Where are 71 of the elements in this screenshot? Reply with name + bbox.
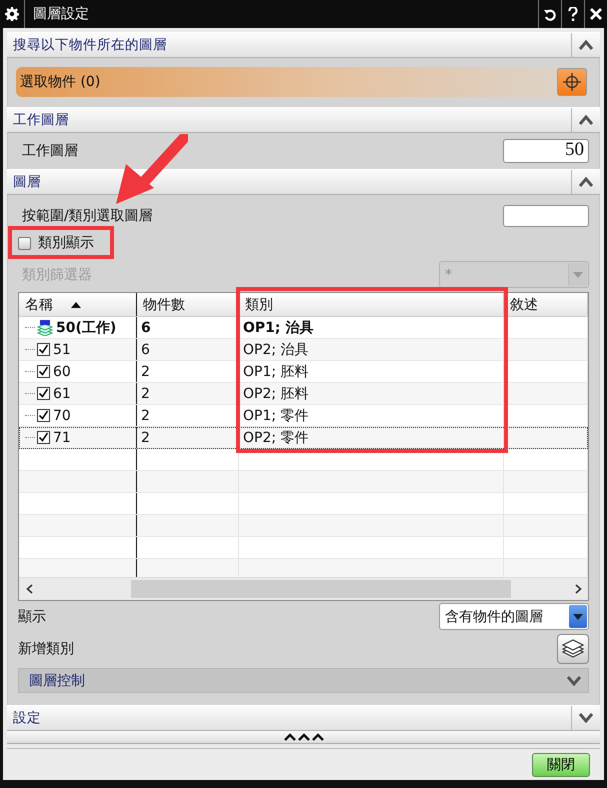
dropdown-icon [573, 272, 583, 278]
section-title: 設定 [12, 709, 42, 727]
layers-icon [562, 638, 584, 660]
layer-stack-icon [37, 320, 53, 336]
close-icon[interactable] [590, 8, 602, 20]
horizontal-scrollbar[interactable] [19, 577, 588, 600]
table-row[interactable]: 70 2 OP1; 零件 [19, 405, 588, 427]
table-cell: OP2; 治具 [243, 340, 309, 358]
work-layer-field[interactable]: 50 [503, 139, 589, 163]
checkbox-label: 類別顯示 [38, 234, 94, 252]
window-title: 圖層設定 [32, 5, 90, 23]
show-dropdown[interactable]: 含有物件的圖層 [439, 603, 589, 630]
scroll-left-icon[interactable] [26, 584, 32, 594]
table-cell: 2 [141, 364, 150, 380]
layer-checkbox[interactable] [37, 431, 50, 444]
table-row[interactable]: 51 6 OP2; 治具 [19, 339, 588, 361]
field-label: 按範圍/類別選取圖層 [22, 207, 153, 225]
field-label: 工作圖層 [22, 142, 78, 160]
table-cell: OP2; 胚料 [243, 384, 309, 402]
layer-name[interactable]: 70 [53, 408, 71, 424]
crosshair-button[interactable] [557, 68, 587, 96]
close-button[interactable]: 關閉 [532, 752, 590, 776]
table-row[interactable]: 50(工作) 6 OP1; 治具 [19, 317, 588, 339]
section-title: 搜尋以下物件所在的圖層 [12, 36, 168, 54]
layer-name[interactable]: 71 [53, 430, 71, 446]
table-cell: OP1; 胚料 [243, 362, 309, 380]
table-cell: OP1; 零件 [243, 406, 309, 424]
column-header[interactable]: 名稱 [25, 296, 53, 314]
table-cell: 2 [141, 408, 150, 424]
section-title: 圖層 [12, 173, 42, 191]
layer-checkbox[interactable] [37, 365, 50, 378]
crosshair-icon [563, 73, 581, 91]
section-header[interactable]: 工作圖層 [7, 107, 600, 133]
checkbox[interactable] [18, 236, 31, 250]
settings-icon[interactable] [5, 7, 19, 21]
range-field[interactable] [503, 205, 589, 227]
table-row[interactable]: 61 2 OP2; 胚料 [19, 383, 588, 405]
layer-checkbox[interactable] [37, 343, 50, 356]
column-header[interactable]: 敘述 [510, 296, 538, 314]
table-row[interactable]: 60 2 OP1; 胚料 [19, 361, 588, 383]
layer-name[interactable]: 61 [53, 386, 71, 402]
table-cell: 2 [141, 386, 150, 402]
dropdown-icon [573, 614, 583, 620]
scroll-right-icon[interactable] [574, 584, 582, 594]
field-label: 新增類別 [18, 640, 74, 658]
column-header[interactable]: 物件數 [143, 296, 185, 314]
layer-control-header[interactable]: 圖層控制 [18, 668, 589, 693]
layer-checkbox[interactable] [37, 387, 50, 400]
layer-name[interactable]: 51 [53, 342, 71, 358]
reset-icon[interactable] [544, 8, 556, 20]
field-label: 類別篩選器 [22, 266, 92, 284]
column-header[interactable]: 類別 [245, 296, 273, 314]
table-cell: 6 [141, 320, 151, 336]
layer-checkbox[interactable] [37, 409, 50, 422]
field-label: 顯示 [18, 608, 46, 626]
expand-more-icon [284, 733, 324, 741]
add-category-button[interactable] [557, 634, 589, 664]
section-header[interactable]: 搜尋以下物件所在的圖層 [7, 32, 600, 58]
section-header[interactable]: 設定 [7, 705, 600, 731]
section-header[interactable]: 圖層 [7, 169, 600, 195]
table-cell: OP2; 零件 [243, 428, 309, 446]
section-title: 圖層控制 [28, 672, 86, 690]
table-cell: OP1; 治具 [243, 318, 314, 336]
help-icon[interactable] [568, 6, 578, 22]
layer-name[interactable]: 60 [53, 364, 71, 380]
table-row[interactable]: 71 2 OP2; 零件 [19, 427, 588, 449]
select-object-bar[interactable]: 選取物件 (0) [16, 67, 589, 97]
section-title: 工作圖層 [12, 111, 70, 129]
table-cell: 6 [141, 342, 150, 358]
table-cell: 2 [141, 430, 150, 446]
layer-name[interactable]: 50(工作) [56, 318, 116, 336]
